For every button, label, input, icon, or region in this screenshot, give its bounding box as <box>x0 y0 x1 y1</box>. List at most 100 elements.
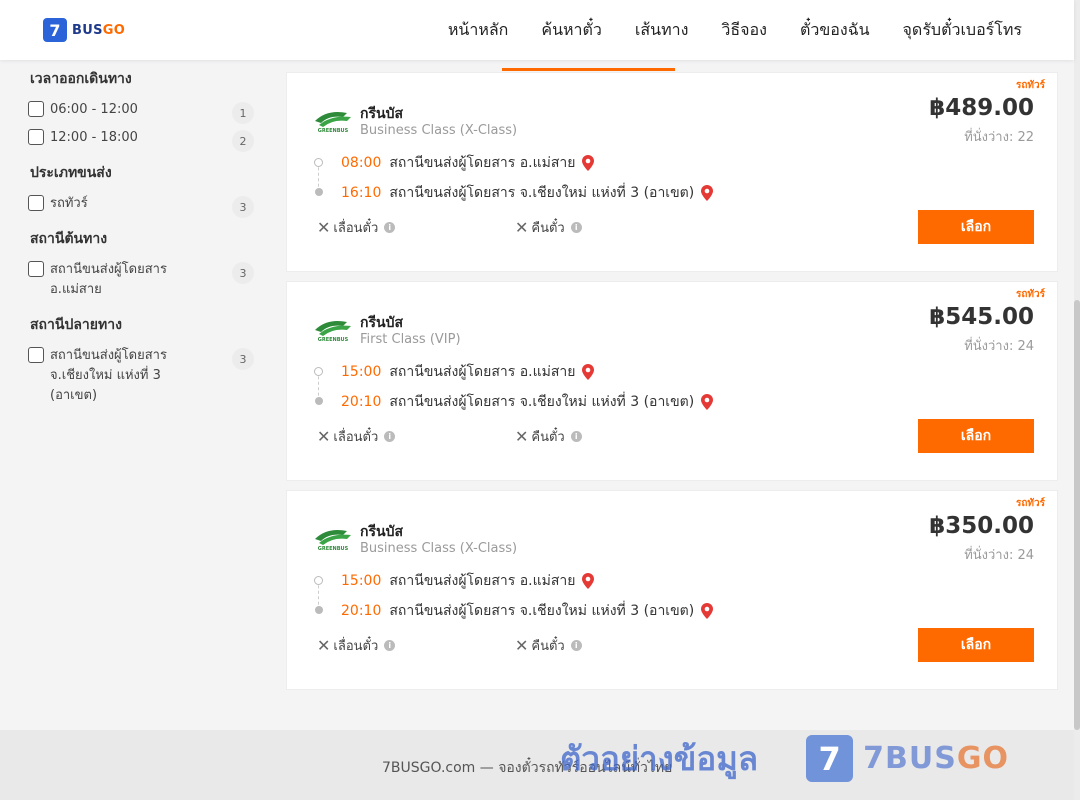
map-pin-icon[interactable] <box>582 573 595 589</box>
trip-card: รถทัวร์ GREENBUS กรีนบัส Business Class … <box>286 72 1058 272</box>
main-nav: หน้าหลัก ค้นหาตั๋ว เส้นทาง วิธีจอง ตั๋วข… <box>448 0 1022 60</box>
filter-option-tour-bus[interactable]: รถทัวร์ 3 <box>28 194 258 218</box>
select-trip-button[interactable]: เลือก <box>918 628 1034 662</box>
map-pin-icon[interactable] <box>582 155 595 171</box>
transport-type-tag: รถทัวร์ <box>1015 498 1045 509</box>
departure-stop: 08:00 สถานีขนส่งผู้โดยสาร อ.แม่สาย <box>341 152 595 174</box>
trip-price: ฿350.00 <box>929 513 1034 539</box>
nav-how-to-book[interactable]: วิธีจอง <box>721 18 767 43</box>
departure-time: 15:00 <box>341 573 382 589</box>
filter-title: สถานีปลายทาง <box>30 317 122 333</box>
arrival-station: สถานีขนส่งผู้โดยสาร จ.เชียงใหม่ แห่งที่ … <box>389 603 695 619</box>
close-icon: ✕ <box>515 427 529 446</box>
nav-ticket-pickup[interactable]: จุดรับตั๋วเบอร์โทร <box>903 18 1022 43</box>
checkbox[interactable] <box>28 129 44 145</box>
policy-label: เลื่อนตั๋ว <box>333 221 379 236</box>
map-pin-icon[interactable] <box>701 185 714 201</box>
filter-title: เวลาออกเดินทาง <box>30 71 132 87</box>
filter-option-afternoon[interactable]: 12:00 - 18:00 2 <box>28 128 258 152</box>
departure-station: สถานีขนส่งผู้โดยสาร อ.แม่สาย <box>389 573 576 589</box>
filter-group-origin: สถานีต้นทาง สถานีขนส่งผู้โดยสาร อ.แม่สาย… <box>28 228 258 300</box>
arrival-dot-icon <box>315 397 323 405</box>
policy-label: คืนตั๋ว <box>531 639 565 654</box>
site-logo[interactable]: 7 BUSGO <box>43 18 125 42</box>
filter-group-destination: สถานีปลายทาง สถานีขนส่งผู้โดยสาร จ.เชียง… <box>28 314 258 406</box>
seats-available: ที่นั่งว่าง: 22 <box>964 130 1034 145</box>
refund-ticket-policy: ✕ คืนตั๋ว i <box>515 426 582 447</box>
arrival-stop: 20:10 สถานีขนส่งผู้โดยสาร จ.เชียงใหม่ แห… <box>341 600 714 622</box>
filter-option-morning[interactable]: 06:00 - 12:00 1 <box>28 100 258 124</box>
svg-text:GREENBUS: GREENBUS <box>318 337 349 342</box>
info-icon[interactable]: i <box>570 222 582 233</box>
operator-name: กรีนบัส <box>360 106 403 122</box>
filter-option-label: 06:00 - 12:00 <box>50 102 138 117</box>
policy-label: เลื่อนตั๋ว <box>333 639 379 654</box>
bus-class: First Class (VIP) <box>360 332 461 347</box>
trip-price: ฿489.00 <box>929 95 1034 121</box>
checkbox[interactable] <box>28 101 44 117</box>
nav-search-tickets[interactable]: ค้นหาตั๋ว <box>541 18 602 43</box>
active-tab-indicator <box>502 68 675 71</box>
checkbox[interactable] <box>28 261 44 277</box>
info-icon[interactable]: i <box>570 431 582 442</box>
svg-text:GREENBUS: GREENBUS <box>318 546 349 551</box>
close-icon: ✕ <box>317 218 331 237</box>
filter-option-label: สถานีขนส่งผู้โดยสาร อ.แม่สาย <box>50 262 167 297</box>
logo-wordmark: BUSGO <box>72 23 125 38</box>
select-trip-button[interactable]: เลือก <box>918 419 1034 453</box>
filter-group-departure-time: เวลาออกเดินทาง 06:00 - 12:00 1 12:00 - 1… <box>28 68 258 152</box>
transport-type-tag: รถทัวร์ <box>1015 289 1045 300</box>
nav-home[interactable]: หน้าหลัก <box>448 18 509 43</box>
logo-text-bus: BUS <box>72 22 103 38</box>
scrollbar-thumb[interactable] <box>1074 300 1080 730</box>
close-icon: ✕ <box>515 218 529 237</box>
info-icon[interactable]: i <box>384 222 396 233</box>
logo-text-go: GO <box>102 22 126 38</box>
info-icon[interactable]: i <box>570 640 582 651</box>
change-ticket-policy: ✕ เลื่อนตั๋ว i <box>317 426 396 447</box>
map-pin-icon[interactable] <box>701 394 714 410</box>
checkbox[interactable] <box>28 195 44 211</box>
policy-label: คืนตั๋ว <box>531 221 565 236</box>
count-badge: 2 <box>232 130 254 152</box>
departure-dot-icon <box>314 367 323 376</box>
bus-class: Business Class (X-Class) <box>360 123 518 138</box>
page-scrollbar[interactable] <box>1074 0 1080 800</box>
refund-ticket-policy: ✕ คืนตั๋ว i <box>515 635 582 656</box>
select-trip-button[interactable]: เลือก <box>918 210 1034 244</box>
arrival-station: สถานีขนส่งผู้โดยสาร จ.เชียงใหม่ แห่งที่ … <box>389 185 695 201</box>
map-pin-icon[interactable] <box>582 364 595 380</box>
filter-option-origin-station[interactable]: สถานีขนส่งผู้โดยสาร อ.แม่สาย 3 <box>28 260 258 300</box>
arrival-time: 16:10 <box>341 185 382 201</box>
seats-available: ที่นั่งว่าง: 24 <box>964 548 1034 563</box>
logo-mark: 7 <box>43 18 67 42</box>
trip-price: ฿545.00 <box>929 304 1034 330</box>
filter-option-label: 12:00 - 18:00 <box>50 130 138 145</box>
top-header: 7 BUSGO หน้าหลัก ค้นหาตั๋ว เส้นทาง วิธีจ… <box>0 0 1074 60</box>
info-icon[interactable]: i <box>384 431 396 442</box>
arrival-station: สถานีขนส่งผู้โดยสาร จ.เชียงใหม่ แห่งที่ … <box>389 394 695 410</box>
nav-my-tickets[interactable]: ตั๋วของฉัน <box>800 18 870 43</box>
filter-option-destination-station[interactable]: สถานีขนส่งผู้โดยสาร จ.เชียงใหม่ แห่งที่ … <box>28 346 258 406</box>
filter-title: ประเภทขนส่ง <box>30 165 112 181</box>
map-pin-icon[interactable] <box>701 603 714 619</box>
checkbox[interactable] <box>28 347 44 363</box>
operator-name: กรีนบัส <box>360 315 403 331</box>
info-icon[interactable]: i <box>384 640 396 651</box>
trip-card: รถทัวร์ GREENBUS กรีนบัส First Class (VI… <box>286 281 1058 481</box>
greenbus-logo-icon: GREENBUS <box>315 321 351 342</box>
filter-group-transport-type: ประเภทขนส่ง รถทัวร์ 3 <box>28 162 258 218</box>
departure-dot-icon <box>314 576 323 585</box>
filter-sidebar: เวลาออกเดินทาง 06:00 - 12:00 1 12:00 - 1… <box>28 68 258 420</box>
nav-routes[interactable]: เส้นทาง <box>635 18 689 43</box>
greenbus-logo-icon: GREENBUS <box>315 112 351 133</box>
operator-name: กรีนบัส <box>360 524 403 540</box>
arrival-stop: 20:10 สถานีขนส่งผู้โดยสาร จ.เชียงใหม่ แห… <box>341 391 714 413</box>
count-badge: 3 <box>232 196 254 218</box>
change-ticket-policy: ✕ เลื่อนตั๋ว i <box>317 635 396 656</box>
policy-label: คืนตั๋ว <box>531 430 565 445</box>
policy-label: เลื่อนตั๋ว <box>333 430 379 445</box>
bus-class: Business Class (X-Class) <box>360 541 518 556</box>
close-icon: ✕ <box>317 427 331 446</box>
filter-option-label: รถทัวร์ <box>50 196 88 211</box>
